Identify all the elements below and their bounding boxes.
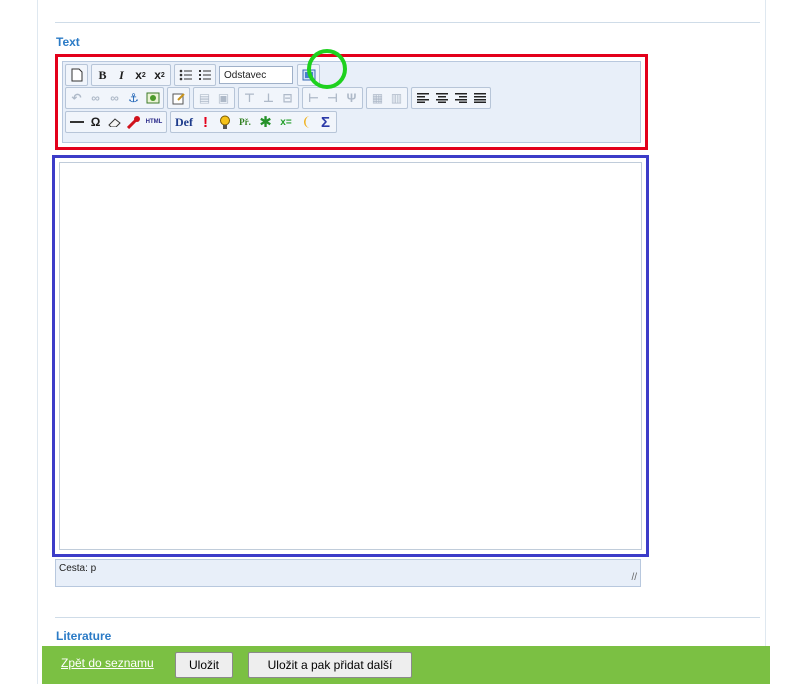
html-icon[interactable]: HTML bbox=[143, 113, 165, 131]
unordered-list-icon[interactable] bbox=[176, 66, 195, 84]
toolbar-row-1: B I x2 x2 Odstavec bbox=[65, 64, 323, 86]
asterisk-icon[interactable]: ✱ bbox=[256, 113, 275, 131]
fullscreen-highlight-ring bbox=[307, 49, 347, 89]
undo-icon[interactable]: ↶ bbox=[67, 89, 86, 107]
image-icon[interactable] bbox=[143, 89, 162, 107]
row-before-icon[interactable]: ⊤ bbox=[240, 89, 259, 107]
row-after-icon[interactable]: ⊥ bbox=[259, 89, 278, 107]
italic-icon[interactable]: I bbox=[112, 66, 131, 84]
divider-top bbox=[55, 22, 760, 23]
horizontal-rule-icon[interactable] bbox=[67, 113, 86, 131]
col-before-icon[interactable]: ⊢ bbox=[304, 89, 323, 107]
editor-path-text: Cesta: p bbox=[59, 563, 97, 574]
literature-section-label: Literature bbox=[56, 629, 112, 643]
toolbar-panel: B I x2 x2 Odstavec ↶ ∞ ∞ ⚓ ▤ ▣ ⊤ ⊥ ⊟ ⊢ ⊣… bbox=[62, 61, 641, 143]
table-props-icon[interactable]: ▣ bbox=[214, 89, 233, 107]
text-section-label: Text bbox=[56, 35, 80, 49]
format-select[interactable]: Odstavec bbox=[219, 66, 293, 84]
bold-icon[interactable]: B bbox=[93, 66, 112, 84]
merge-cells-icon[interactable]: ▥ bbox=[387, 89, 406, 107]
editor-content-area[interactable] bbox=[59, 162, 642, 550]
edit-icon[interactable] bbox=[169, 89, 188, 107]
save-and-add-button[interactable]: Uložit a pak přidat další bbox=[248, 652, 412, 678]
sigma-icon[interactable]: Σ bbox=[316, 113, 335, 131]
align-group bbox=[411, 87, 491, 109]
align-right-icon[interactable] bbox=[451, 89, 470, 107]
row-group: ⊤ ⊥ ⊟ bbox=[238, 87, 299, 109]
split-cell-icon[interactable]: ▦ bbox=[368, 89, 387, 107]
lightbulb-icon[interactable] bbox=[215, 113, 234, 131]
back-to-list-link[interactable]: Zpět do seznamu bbox=[61, 656, 154, 670]
anchor-icon[interactable]: ⚓ bbox=[124, 89, 143, 107]
editor-path-bar: Cesta: p // bbox=[55, 559, 641, 587]
text-style-group: B I x2 x2 bbox=[91, 64, 171, 86]
example-icon[interactable]: Př. bbox=[234, 113, 256, 131]
edit-group bbox=[167, 87, 190, 109]
ordered-list-icon[interactable] bbox=[195, 66, 214, 84]
superscript-icon[interactable]: x2 bbox=[150, 66, 169, 84]
save-button[interactable]: Uložit bbox=[175, 652, 233, 678]
divider-bottom bbox=[55, 617, 760, 618]
resize-grip-icon[interactable]: // bbox=[631, 572, 637, 583]
link-group: ↶ ∞ ∞ ⚓ bbox=[65, 87, 164, 109]
editor-highlight bbox=[52, 155, 649, 557]
editor-toolbar: B I x2 x2 Odstavec ↶ ∞ ∞ ⚓ ▤ ▣ ⊤ ⊥ ⊟ ⊢ ⊣… bbox=[55, 54, 648, 150]
definition-icon[interactable]: Def bbox=[172, 113, 196, 131]
toolbar-row-3: Ω HTML Def ! Př. ✱ x= Σ bbox=[65, 111, 340, 133]
exclamation-icon[interactable]: ! bbox=[196, 113, 215, 131]
col-after-icon[interactable]: ⊣ bbox=[323, 89, 342, 107]
table-icon[interactable]: ▤ bbox=[195, 89, 214, 107]
insert-group: Ω HTML bbox=[65, 111, 167, 133]
footer-bar: Zpět do seznamu Uložit Uložit a pak přid… bbox=[42, 646, 770, 684]
right-rail bbox=[765, 0, 766, 684]
align-justify-icon[interactable] bbox=[470, 89, 489, 107]
delete-col-icon[interactable]: Ψ bbox=[342, 89, 361, 107]
wrench-icon[interactable] bbox=[124, 113, 143, 131]
subscript-icon[interactable]: x2 bbox=[131, 66, 150, 84]
toolbar-row-2: ↶ ∞ ∞ ⚓ ▤ ▣ ⊤ ⊥ ⊟ ⊢ ⊣ Ψ ▦ ▥ bbox=[65, 87, 494, 109]
new-document-icon[interactable] bbox=[67, 66, 86, 84]
delete-row-icon[interactable]: ⊟ bbox=[278, 89, 297, 107]
align-left-icon[interactable] bbox=[413, 89, 432, 107]
omega-icon[interactable]: Ω bbox=[86, 113, 105, 131]
cell-group: ▦ ▥ bbox=[366, 87, 408, 109]
link-icon[interactable]: ∞ bbox=[86, 89, 105, 107]
unlink-icon[interactable]: ∞ bbox=[105, 89, 124, 107]
equation-icon[interactable]: x= bbox=[275, 113, 297, 131]
moon-icon[interactable] bbox=[297, 113, 316, 131]
align-center-icon[interactable] bbox=[432, 89, 451, 107]
custom-group: Def ! Př. ✱ x= Σ bbox=[170, 111, 337, 133]
col-group: ⊢ ⊣ Ψ bbox=[302, 87, 363, 109]
table-group: ▤ ▣ bbox=[193, 87, 235, 109]
left-rail bbox=[37, 0, 38, 684]
eraser-icon[interactable] bbox=[105, 113, 124, 131]
doc-group bbox=[65, 64, 88, 86]
list-group bbox=[174, 64, 216, 86]
